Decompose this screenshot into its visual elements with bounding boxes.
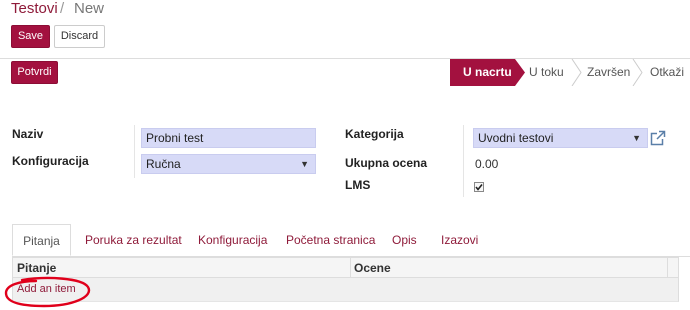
- kategorija-select[interactable]: Uvodni testovi ▼: [473, 128, 648, 148]
- tab-pocetna-stranica[interactable]: Početna stranica: [286, 224, 375, 256]
- column-ocene[interactable]: Ocene: [354, 261, 391, 275]
- konfiguracija-label: Konfiguracija: [12, 154, 89, 168]
- lms-label: LMS: [345, 178, 371, 192]
- lms-checkbox[interactable]: [474, 182, 484, 192]
- stage-u-nacrtu[interactable]: U nacrtu: [463, 65, 512, 79]
- breadcrumb-separator: /: [60, 0, 65, 17]
- field-divider: [463, 125, 464, 197]
- tab-pitanja[interactable]: Pitanja: [12, 224, 71, 256]
- notebook-tabs: Pitanja Poruka za rezultat Konfiguracija…: [12, 224, 690, 257]
- table-row: Add an item: [12, 278, 679, 302]
- discard-button[interactable]: Discard: [54, 25, 105, 48]
- tab-poruka-za-rezultat[interactable]: Poruka za rezultat: [85, 224, 182, 256]
- annotation-circle: [4, 276, 91, 308]
- ukupna-ocena-value: 0.00: [475, 157, 499, 171]
- breadcrumb-current: New: [74, 0, 105, 17]
- dropdown-arrow-icon: ▼: [632, 133, 641, 143]
- naziv-label: Naziv: [12, 127, 44, 141]
- save-button[interactable]: Save: [11, 25, 50, 48]
- ukupna-ocena-label: Ukupna ocena: [345, 156, 428, 170]
- stage-u-toku[interactable]: U toku: [529, 65, 564, 79]
- table-header: Pitanje Ocene: [12, 257, 679, 278]
- stage-otkazi[interactable]: Otkaži: [650, 65, 684, 79]
- stage-zavrsen[interactable]: Završen: [587, 65, 630, 79]
- naziv-input[interactable]: Probni test: [141, 128, 316, 148]
- dropdown-arrow-icon: ▼: [300, 159, 309, 169]
- konfiguracija-value: Ručna: [146, 157, 181, 171]
- konfiguracija-select[interactable]: Ručna ▼: [141, 154, 316, 174]
- column-pitanje[interactable]: Pitanje: [17, 261, 56, 275]
- stage-separator: [571, 59, 582, 86]
- statusbar: Potvrdi U nacrtu U toku Završen Otkaži: [0, 58, 690, 87]
- stage-separator: [632, 59, 643, 86]
- control-panel: Testovi / New Save Discard: [0, 0, 690, 58]
- external-link-icon[interactable]: [650, 130, 666, 146]
- tab-izazovi[interactable]: Izazovi: [441, 224, 478, 256]
- tab-konfiguracija[interactable]: Konfiguracija: [198, 224, 267, 256]
- tab-opis[interactable]: Opis: [392, 224, 417, 256]
- column-divider: [667, 258, 668, 277]
- kategorija-value: Uvodni testovi: [478, 131, 554, 145]
- column-divider: [350, 258, 351, 277]
- field-divider: [134, 125, 135, 178]
- breadcrumb-root[interactable]: Testovi: [11, 0, 58, 17]
- kategorija-label: Kategorija: [345, 127, 404, 141]
- confirm-button[interactable]: Potvrdi: [11, 61, 58, 84]
